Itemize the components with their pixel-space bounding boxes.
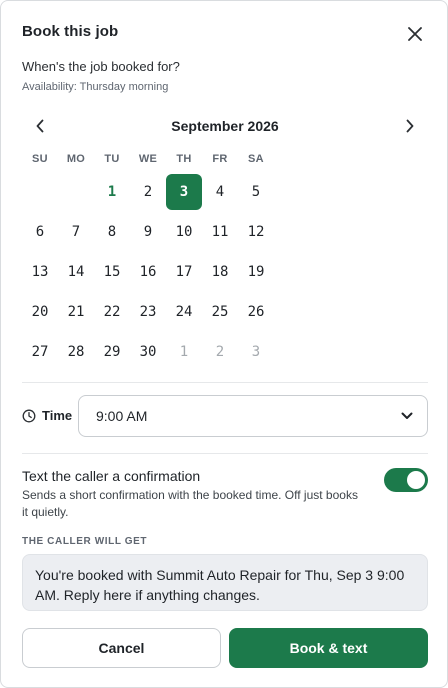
prev-month-button[interactable]: [28, 113, 52, 139]
calendar-day-next-month[interactable]: 2: [202, 334, 238, 370]
month-label: September 2026: [171, 118, 279, 134]
calendar-day[interactable]: 30: [130, 334, 166, 370]
close-button[interactable]: [401, 21, 429, 47]
toggle-knob: [407, 471, 425, 489]
time-select[interactable]: 9:00 AM: [78, 395, 428, 437]
calendar-day[interactable]: 11: [202, 214, 238, 250]
calendar-day[interactable]: 20: [22, 294, 58, 330]
calendar-day[interactable]: 9: [130, 214, 166, 250]
weekday-label: SU: [32, 153, 48, 165]
calendar-day[interactable]: 19: [238, 254, 274, 290]
time-label: Time: [42, 408, 73, 423]
confirmation-description: Sends a short confirmation with the book…: [22, 488, 358, 519]
calendar-day[interactable]: 25: [202, 294, 238, 330]
preview-heading: THE CALLER WILL GET: [22, 536, 148, 547]
time-select-value: 9:00 AM: [96, 408, 148, 424]
calendar-day-today[interactable]: 1: [94, 174, 130, 210]
weekday-label: TU: [104, 153, 120, 165]
book-job-dialog: Book this job When's the job booked for?…: [0, 0, 448, 688]
cancel-button[interactable]: Cancel: [22, 628, 221, 668]
divider: [22, 382, 428, 383]
calendar-day[interactable]: 23: [130, 294, 166, 330]
dialog-title: Book this job: [22, 23, 119, 40]
chevron-right-icon: [406, 119, 414, 133]
calendar-day[interactable]: 29: [94, 334, 130, 370]
calendar-empty-cell: [58, 174, 94, 210]
calendar-day-selected[interactable]: 3: [166, 174, 202, 210]
calendar-day[interactable]: 12: [238, 214, 274, 250]
calendar-day[interactable]: 7: [58, 214, 94, 250]
clock-icon: [22, 409, 36, 422]
close-icon: [408, 27, 422, 41]
confirmation-toggle[interactable]: [384, 468, 428, 492]
weekday-label: SA: [248, 153, 264, 165]
calendar-day[interactable]: 22: [94, 294, 130, 330]
calendar-day-next-month[interactable]: 1: [166, 334, 202, 370]
calendar-day[interactable]: 6: [22, 214, 58, 250]
next-month-button[interactable]: [398, 113, 422, 139]
calendar-day[interactable]: 24: [166, 294, 202, 330]
weekday-label: TH: [176, 153, 192, 165]
chevron-left-icon: [36, 119, 44, 133]
calendar-day[interactable]: 5: [238, 174, 274, 210]
calendar-day[interactable]: 2: [130, 174, 166, 210]
availability-note: Availability: Thursday morning: [22, 81, 169, 93]
calendar-day[interactable]: 13: [22, 254, 58, 290]
calendar-day[interactable]: 26: [238, 294, 274, 330]
chevron-down-icon: [401, 412, 413, 419]
calendar-day[interactable]: 28: [58, 334, 94, 370]
message-preview: You're booked with Summit Auto Repair fo…: [22, 554, 428, 611]
book-and-text-button[interactable]: Book & text: [229, 628, 428, 668]
confirmation-label: Text the caller a confirmation: [22, 468, 201, 484]
calendar-day[interactable]: 17: [166, 254, 202, 290]
calendar-day[interactable]: 10: [166, 214, 202, 250]
calendar-empty-cell: [22, 174, 58, 210]
calendar-day[interactable]: 8: [94, 214, 130, 250]
calendar-day[interactable]: 16: [130, 254, 166, 290]
calendar-day[interactable]: 15: [94, 254, 130, 290]
divider: [22, 453, 428, 454]
calendar-day[interactable]: 21: [58, 294, 94, 330]
date-question: When's the job booked for?: [22, 59, 180, 74]
calendar-grid: 1 2 3 4 5 6 7 8 9 10 11 12 13 14 15 16 17 18 19 20 21 22 23 24 2…: [22, 174, 274, 374]
calendar-day[interactable]: 27: [22, 334, 58, 370]
calendar-day[interactable]: 4: [202, 174, 238, 210]
time-label-group: Time: [22, 408, 72, 423]
weekday-header: SU MO TU WE TH FR SA: [22, 153, 274, 165]
calendar-day[interactable]: 18: [202, 254, 238, 290]
weekday-label: MO: [66, 153, 86, 165]
weekday-label: FR: [212, 153, 228, 165]
calendar-day[interactable]: 14: [58, 254, 94, 290]
weekday-label: WE: [138, 153, 158, 165]
calendar-day-next-month[interactable]: 3: [238, 334, 274, 370]
